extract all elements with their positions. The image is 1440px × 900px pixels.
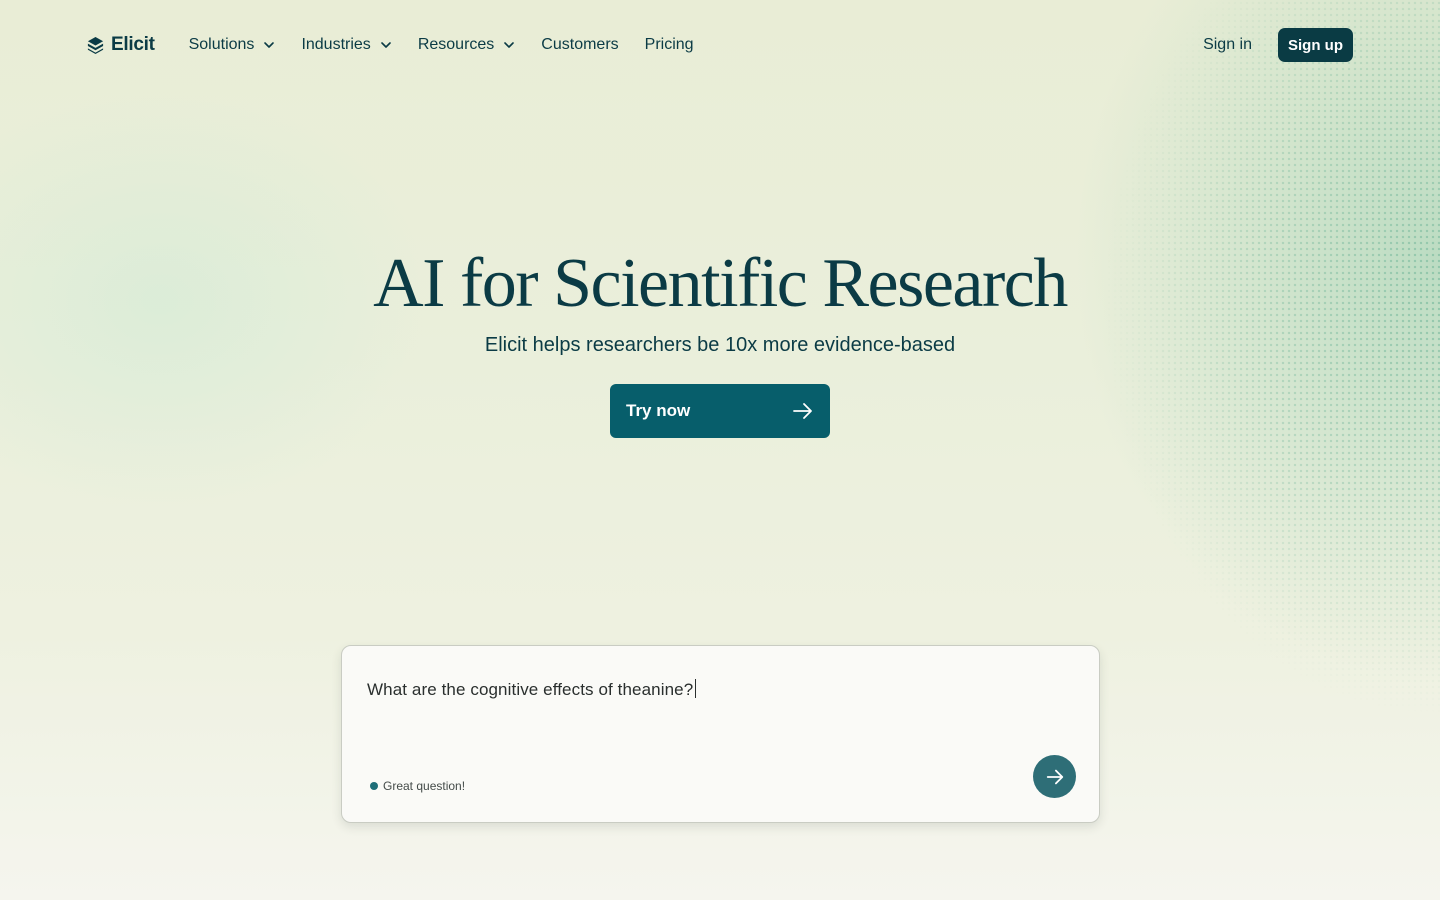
top-navigation: Elicit Solutions Industries Resources Cu… xyxy=(86,28,1353,62)
sign-up-button[interactable]: Sign up xyxy=(1278,28,1353,62)
nav-item-customers[interactable]: Customers xyxy=(541,36,618,54)
sign-in-link[interactable]: Sign in xyxy=(1203,36,1252,54)
nav-auth: Sign in Sign up xyxy=(1203,28,1353,62)
search-input[interactable]: What are the cognitive effects of theani… xyxy=(367,679,697,700)
logo-link[interactable]: Elicit xyxy=(86,34,155,56)
arrow-right-icon xyxy=(1046,769,1063,784)
elicit-logo-icon xyxy=(87,36,104,54)
arrow-right-icon xyxy=(793,403,812,419)
hero-title: AI for Scientific Research xyxy=(373,245,1068,322)
nav-item-label: Resources xyxy=(417,36,495,53)
try-now-label: Try now xyxy=(626,401,691,420)
nav-item-label: Solutions xyxy=(188,36,255,53)
submit-search-button[interactable] xyxy=(1033,755,1076,798)
nav-item-solutions[interactable]: Solutions xyxy=(189,36,276,54)
nav-item-label: Customers xyxy=(541,36,619,53)
search-status: Great question! xyxy=(370,779,465,793)
chevron-down-icon xyxy=(381,42,391,48)
search-box: What are the cognitive effects of theani… xyxy=(341,645,1100,823)
search-query: What are the cognitive effects of theani… xyxy=(367,680,694,699)
nav-item-pricing[interactable]: Pricing xyxy=(645,36,694,54)
status-text: Great question! xyxy=(383,779,466,793)
chevron-down-icon xyxy=(504,42,515,48)
nav-item-resources[interactable]: Resources xyxy=(418,36,515,54)
try-now-button[interactable]: Try now xyxy=(610,384,830,438)
nav-item-label: Industries xyxy=(301,36,371,53)
brand-name: Elicit xyxy=(111,34,155,55)
text-cursor xyxy=(695,679,697,698)
nav-item-industries[interactable]: Industries xyxy=(301,36,391,54)
chevron-down-icon xyxy=(264,42,275,48)
hero-section: AI for Scientific Research Elicit helps … xyxy=(0,240,1440,358)
nav-item-label: Pricing xyxy=(644,36,694,53)
nav-links: Solutions Industries Resources Customers… xyxy=(189,36,720,54)
hero-subtitle: Elicit helps researchers be 10x more evi… xyxy=(484,334,956,356)
status-dot-icon xyxy=(370,782,378,790)
